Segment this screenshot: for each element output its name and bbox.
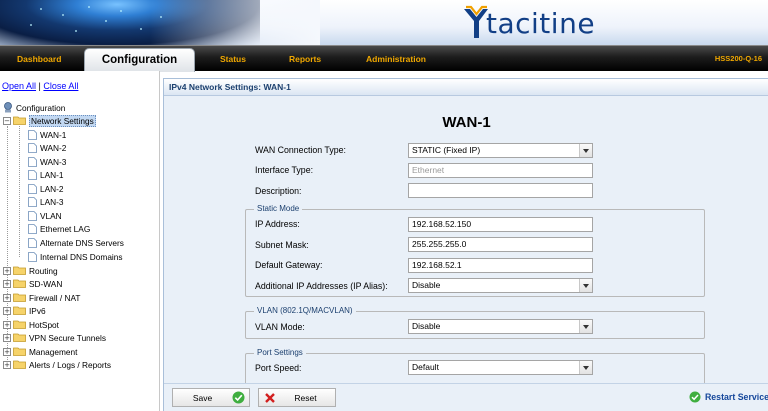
main-nav: Dashboard Configuration Status Reports A… <box>0 45 768 72</box>
folder-icon <box>13 279 26 288</box>
description-field[interactable] <box>408 183 593 198</box>
tacitine-logo: tacitine <box>463 4 595 40</box>
tree-item-ipv6[interactable]: + IPv6 <box>3 304 46 317</box>
static-mode-legend: Static Mode <box>254 204 303 213</box>
expand-icon[interactable]: + <box>3 333 11 342</box>
nav-dashboard[interactable]: Dashboard <box>17 46 61 72</box>
checkmark-icon <box>232 391 245 404</box>
ip-address-label: IP Address: <box>255 219 300 229</box>
tree-item-hotspot[interactable]: + HotSpot <box>3 318 59 331</box>
port-speed-select[interactable]: Default <box>408 360 593 375</box>
description-label: Description: <box>255 186 302 196</box>
tree-item-lan-3[interactable]: LAN-3 <box>28 195 64 208</box>
ip-alias-select[interactable]: Disable <box>408 278 593 293</box>
logo-text: tacitine <box>486 6 596 40</box>
chevron-down-icon <box>579 144 592 157</box>
tree-item-alerts-logs-reports[interactable]: + Alerts / Logs / Reports <box>3 358 111 371</box>
page-icon <box>28 237 37 248</box>
expand-icon[interactable]: + <box>3 347 11 356</box>
page-icon <box>28 156 37 167</box>
folder-icon <box>13 360 26 369</box>
action-bar: Save Reset Restart Service <box>164 383 768 411</box>
checkmark-icon <box>689 391 701 403</box>
save-button[interactable]: Save <box>172 388 250 407</box>
logo-mark-icon <box>464 5 488 38</box>
expand-icon[interactable]: + <box>3 320 11 329</box>
expand-icon[interactable]: + <box>3 360 11 369</box>
ip-alias-label: Additional IP Addresses (IP Alias): <box>255 281 388 291</box>
wan-connection-type-select[interactable]: STATIC (Fixed IP) <box>408 143 593 158</box>
chevron-down-icon <box>579 279 592 292</box>
expand-icon[interactable]: + <box>3 306 11 315</box>
folder-icon <box>13 293 26 302</box>
tree-item-network-settings[interactable]: − Network Settings <box>3 114 96 127</box>
expand-icon[interactable]: + <box>3 266 11 275</box>
config-gear-icon <box>4 102 12 113</box>
tree-item-lan-1[interactable]: LAN-1 <box>28 168 64 181</box>
folder-icon <box>13 333 26 342</box>
expand-icon[interactable]: + <box>3 279 11 288</box>
open-all-link[interactable]: Open All <box>2 81 36 91</box>
folder-icon <box>13 306 26 315</box>
port-speed-label: Port Speed: <box>255 363 302 373</box>
nav-configuration[interactable]: Configuration <box>84 48 195 72</box>
collapse-icon[interactable]: − <box>3 116 11 125</box>
tree-item-wan-3[interactable]: WAN-3 <box>28 155 66 168</box>
device-model-label: HSS200-Q-16 <box>714 54 762 63</box>
tree-item-routing[interactable]: + Routing <box>3 264 58 277</box>
expand-icon[interactable]: + <box>3 293 11 302</box>
reset-button[interactable]: Reset <box>258 388 336 407</box>
page-icon <box>28 169 37 180</box>
interface-type-field[interactable]: Ethernet <box>408 163 593 178</box>
nav-status[interactable]: Status <box>220 46 246 72</box>
folder-icon <box>13 320 26 329</box>
chevron-down-icon <box>579 320 592 333</box>
tree-item-management[interactable]: + Management <box>3 345 77 358</box>
tree-item-firewall-nat[interactable]: + Firewall / NAT <box>3 291 80 304</box>
default-gateway-label: Default Gateway: <box>255 260 323 270</box>
page-icon <box>28 196 37 207</box>
panel-title: IPv4 Network Settings: WAN-1 <box>164 79 768 96</box>
tree-toggle-links: Open All | Close All <box>2 81 79 91</box>
chevron-down-icon <box>579 361 592 374</box>
default-gateway-field[interactable]: 192.168.52.1 <box>408 258 593 273</box>
ip-address-field[interactable]: 192.168.52.150 <box>408 217 593 232</box>
page-title: WAN-1 <box>442 114 491 131</box>
tree-item-alternate-dns-servers[interactable]: Alternate DNS Servers <box>28 236 124 249</box>
subnet-mask-label: Subnet Mask: <box>255 240 309 250</box>
tree-item-wan-2[interactable]: WAN-2 <box>28 141 66 154</box>
app-header: tacitine <box>0 0 768 45</box>
settings-panel: IPv4 Network Settings: WAN-1 WAN-1 WAN C… <box>163 78 768 411</box>
close-all-link[interactable]: Close All <box>43 81 78 91</box>
port-settings-legend: Port Settings <box>254 348 306 357</box>
nav-administration[interactable]: Administration <box>366 46 426 72</box>
page-icon <box>28 223 37 234</box>
page-icon <box>28 251 37 262</box>
tree-item-sd-wan[interactable]: + SD-WAN <box>3 277 62 290</box>
subnet-mask-field[interactable]: 255.255.255.0 <box>408 237 593 252</box>
tree-item-wan-1[interactable]: WAN-1 <box>28 128 66 141</box>
interface-type-label: Interface Type: <box>255 165 314 175</box>
tree-item-vlan[interactable]: VLAN <box>28 209 62 222</box>
vlan-mode-label: VLAN Mode: <box>255 322 305 332</box>
tree-item-internal-dns-domains[interactable]: Internal DNS Domains <box>28 250 123 263</box>
page-icon <box>28 129 37 140</box>
vlan-legend: VLAN (802.1Q/MACVLAN) <box>254 306 356 315</box>
config-tree-panel: Open All | Close All Configuration − Net… <box>0 71 160 411</box>
wan-connection-type-label: WAN Connection Type: <box>255 145 346 155</box>
nav-reports[interactable]: Reports <box>289 46 321 72</box>
folder-icon <box>13 266 26 275</box>
restart-service-link[interactable]: Restart Service <box>689 391 768 403</box>
page-icon <box>28 142 37 153</box>
red-x-icon <box>265 392 275 403</box>
folder-open-icon <box>13 116 26 125</box>
tree-root-configuration[interactable]: Configuration <box>3 101 65 114</box>
folder-icon <box>13 347 26 356</box>
tree-item-lan-2[interactable]: LAN-2 <box>28 182 64 195</box>
page-icon <box>28 183 37 194</box>
tree-item-ethernet-lag[interactable]: Ethernet LAG <box>28 222 90 235</box>
vlan-mode-select[interactable]: Disable <box>408 319 593 334</box>
tree-item-vpn-secure-tunnels[interactable]: + VPN Secure Tunnels <box>3 331 106 344</box>
page-icon <box>28 210 37 221</box>
